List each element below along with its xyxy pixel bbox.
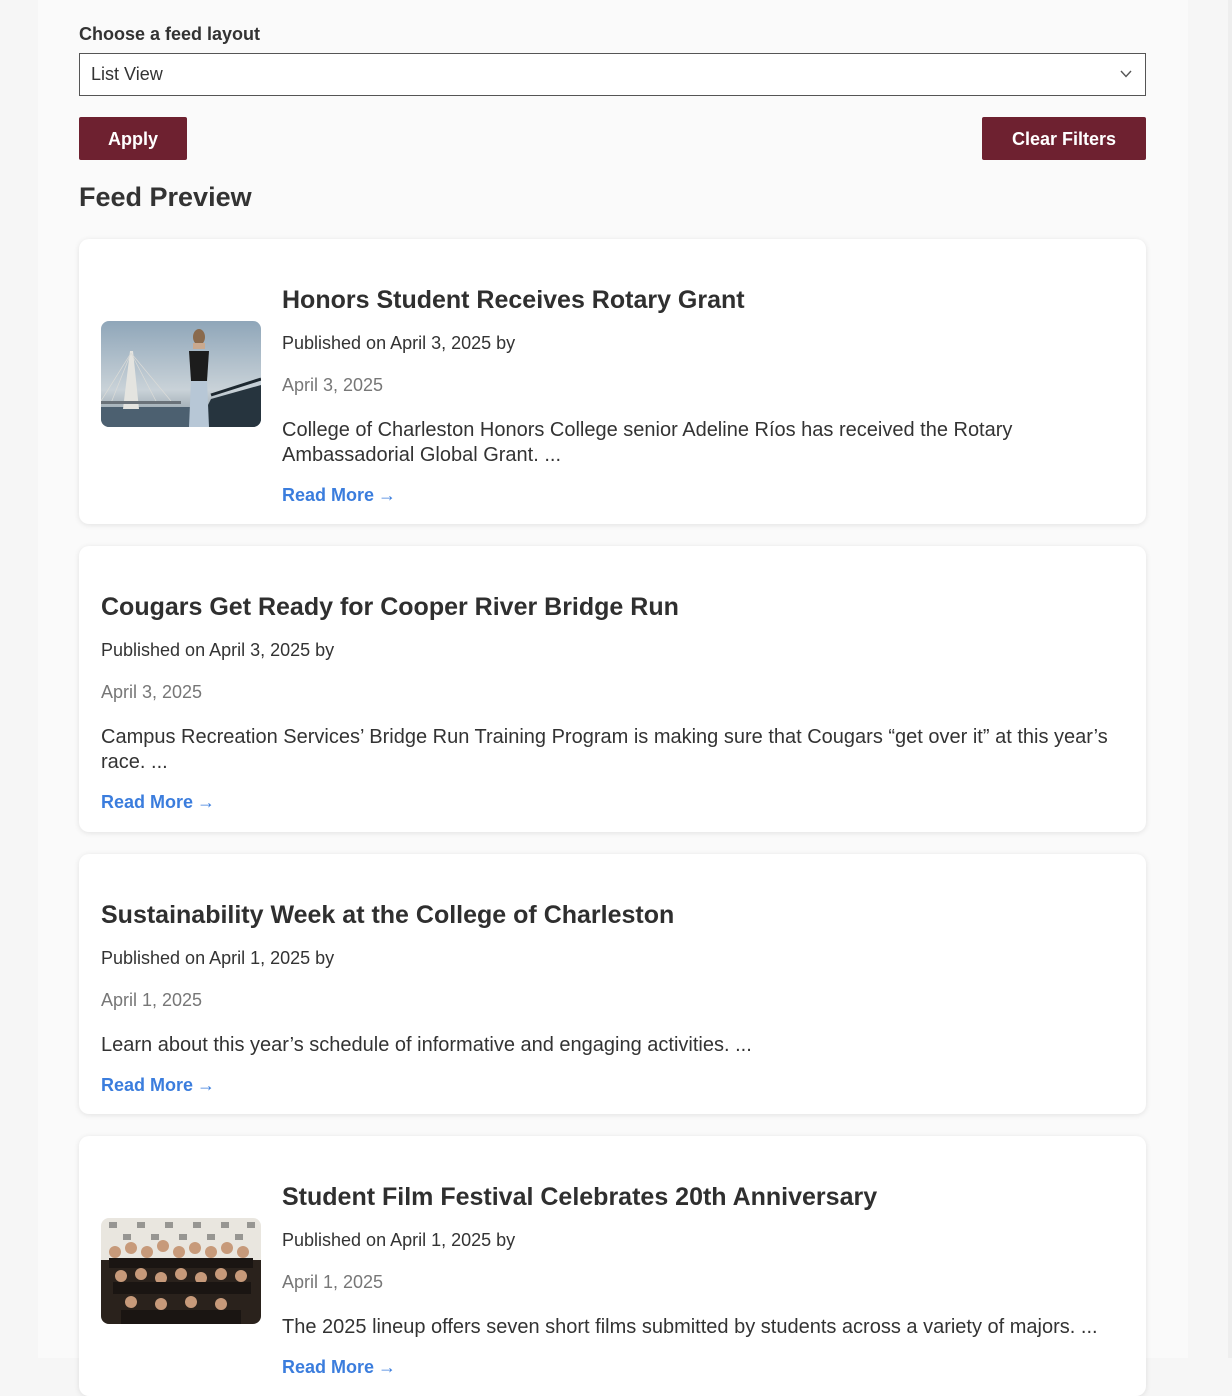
article-thumbnail[interactable]: [101, 1218, 261, 1324]
article-title[interactable]: Student Film Festival Celebrates 20th An…: [282, 1182, 1124, 1212]
article-excerpt: The 2025 lineup offers seven short films…: [282, 1316, 1098, 1338]
article-excerpt: College of Charleston Honors College sen…: [282, 419, 1013, 466]
article-byline: Published on April 1, 2025 by: [101, 948, 335, 968]
layout-select-value: List View: [91, 64, 163, 84]
read-more-label: Read More: [101, 1075, 194, 1095]
read-more-label: Read More: [101, 792, 194, 812]
read-more-link[interactable]: Read More →: [101, 1073, 215, 1097]
article-excerpt: Campus Recreation Services’ Bridge Run T…: [101, 726, 1108, 773]
article-byline: Published on April 1, 2025 by: [282, 1230, 516, 1250]
article-date: April 1, 2025: [101, 990, 203, 1010]
read-more-label: Read More: [282, 1357, 375, 1377]
feed-preview-heading: Feed Preview: [79, 182, 252, 212]
article-date: April 3, 2025: [282, 375, 384, 395]
card-body: Student Film Festival Celebrates 20th An…: [282, 1182, 1124, 1379]
card-body: Cougars Get Ready for Cooper River Bridg…: [101, 592, 1124, 814]
feed-card: Honors Student Receives Rotary Grant Pub…: [79, 239, 1146, 524]
arrow-right-icon: →: [378, 485, 397, 505]
arrow-right-icon: →: [197, 792, 216, 812]
article-title[interactable]: Cougars Get Ready for Cooper River Bridg…: [101, 592, 1124, 622]
layout-select[interactable]: List View: [79, 53, 1146, 96]
feed-card: Cougars Get Ready for Cooper River Bridg…: [79, 546, 1146, 832]
group-photo-image: [101, 1218, 261, 1324]
clear-filters-button[interactable]: Clear Filters: [982, 117, 1146, 160]
article-byline: Published on April 3, 2025 by: [282, 333, 516, 353]
article-thumbnail[interactable]: [101, 321, 261, 427]
arrow-right-icon: →: [378, 1357, 397, 1377]
card-body: Honors Student Receives Rotary Grant Pub…: [282, 285, 1124, 507]
article-title[interactable]: Sustainability Week at the College of Ch…: [101, 900, 1124, 930]
feed-card: Sustainability Week at the College of Ch…: [79, 854, 1146, 1114]
read-more-link[interactable]: Read More →: [101, 790, 215, 814]
article-title[interactable]: Honors Student Receives Rotary Grant: [282, 285, 1124, 315]
page-container: Choose a feed layout List View Apply Cle…: [38, 0, 1188, 1396]
apply-button[interactable]: Apply: [79, 117, 187, 160]
article-excerpt: Learn about this year’s schedule of info…: [101, 1034, 752, 1056]
page-edge: [1228, 0, 1232, 1358]
bridge-photo-image: [101, 321, 261, 427]
read-more-link[interactable]: Read More →: [282, 1355, 396, 1379]
article-date: April 3, 2025: [101, 682, 203, 702]
layout-select-label: Choose a feed layout: [79, 24, 261, 44]
arrow-right-icon: →: [197, 1075, 216, 1095]
card-body: Sustainability Week at the College of Ch…: [101, 900, 1124, 1097]
read-more-link[interactable]: Read More →: [282, 483, 396, 507]
read-more-label: Read More: [282, 485, 375, 505]
feed-card: Student Film Festival Celebrates 20th An…: [79, 1136, 1146, 1396]
article-byline: Published on April 3, 2025 by: [101, 640, 335, 660]
article-date: April 1, 2025: [282, 1272, 384, 1292]
chevron-down-icon: [1120, 70, 1132, 78]
